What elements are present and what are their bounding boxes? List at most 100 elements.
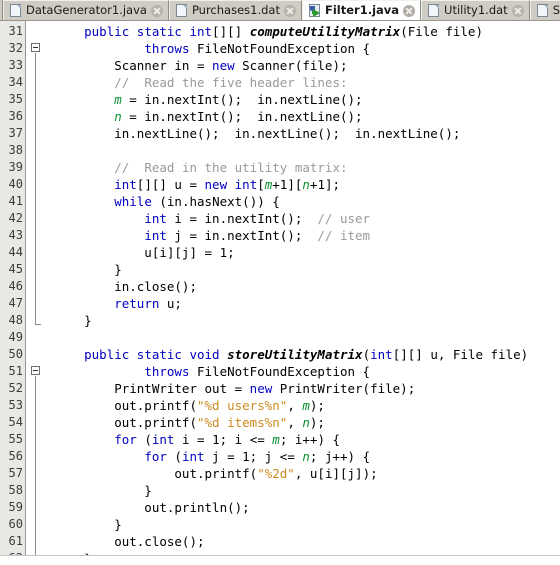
line-number: 36 [8, 109, 23, 123]
code-token-pln: [][] u, File file) [392, 347, 529, 362]
code-token-pln: = in.nextInt(); in.nextLine(); [121, 109, 363, 124]
code-line[interactable]: in.nextLine(); in.nextLine(); in.nextLin… [54, 125, 560, 142]
line-number: 53 [8, 398, 23, 412]
fold-collapse-toggle[interactable] [31, 43, 40, 52]
code-token-pln: [][] [212, 24, 250, 39]
code-folding-gutter[interactable] [26, 21, 48, 555]
code-line[interactable]: n = in.nextInt(); in.nextLine(); [54, 108, 560, 125]
code-token-kw: new [204, 177, 228, 192]
code-editor[interactable]: 31 32 33 34 35 36 37 38 39 40 41 42 43 44 45 46 47 48 49 50… [0, 21, 560, 555]
code-line[interactable]: } [54, 482, 560, 499]
line-number: 49 [8, 330, 23, 344]
code-token-pln [54, 347, 84, 362]
code-token-kw: for [114, 432, 137, 447]
code-line[interactable]: } [54, 516, 560, 533]
line-number: 39 [8, 160, 23, 174]
code-line[interactable]: } [54, 312, 560, 329]
code-token-pln: u[i][j] = 1; [54, 245, 235, 260]
code-line[interactable] [54, 329, 560, 346]
code-token-pln [54, 364, 144, 379]
code-token-cmt: // Read the five header lines: [114, 75, 348, 90]
line-number: 55 [8, 432, 23, 446]
code-line[interactable]: } [54, 550, 560, 555]
code-line[interactable]: public static void storeUtilityMatrix(in… [54, 346, 560, 363]
code-token-pln: = in.nextInt(); in.nextLine(); [121, 92, 363, 107]
code-token-kw: int [151, 432, 175, 447]
code-line[interactable]: out.printf("%d items%n", n); [54, 414, 560, 431]
code-line[interactable]: public static int[][] computeUtilityMatr… [54, 23, 560, 40]
line-number: 44 [8, 245, 23, 259]
code-token-cmt: // user [317, 211, 371, 226]
code-line[interactable]: throws FileNotFoundException { [54, 40, 560, 57]
dat-file-icon [428, 3, 440, 18]
code-line[interactable]: out.println(); [54, 499, 560, 516]
editor-tab-label: Purchases1.dat [191, 2, 280, 17]
tab-close-icon[interactable] [150, 4, 163, 17]
code-token-pln: } [54, 517, 122, 532]
code-line[interactable]: // Read the five header lines: [54, 74, 560, 91]
code-line[interactable]: for (int j = 1; j <= n; j++) { [54, 448, 560, 465]
code-line[interactable]: } [54, 261, 560, 278]
fold-region-line [35, 376, 36, 555]
tab-close-icon[interactable] [511, 4, 524, 17]
code-token-pln: } [54, 262, 122, 277]
dat-file-icon [536, 3, 549, 18]
code-line[interactable]: in.close(); [54, 278, 560, 295]
editor-tab-purchases1-dat[interactable]: Purchases1.dat [168, 0, 302, 20]
line-number: 37 [8, 126, 23, 140]
tab-close-icon[interactable] [283, 4, 296, 17]
code-token-pln: , [287, 398, 303, 413]
code-token-kw: while [114, 194, 152, 209]
code-line[interactable]: out.printf("%2d", u[i][j]); [54, 465, 560, 482]
code-line[interactable]: m = in.nextInt(); in.nextLine(); [54, 91, 560, 108]
code-line[interactable]: PrintWriter out = new PrintWriter(file); [54, 380, 560, 397]
code-token-fld: n [302, 449, 310, 464]
code-line[interactable]: int[][] u = new int[m+1][n+1]; [54, 176, 560, 193]
code-token-pln: in.close(); [54, 279, 197, 294]
code-token-pln [54, 449, 144, 464]
code-token-pln [54, 177, 114, 192]
code-token-fld: n [302, 177, 310, 192]
editor-tab-bar[interactable]: DataGenerator1.java Purchases1.dat Filter1… [0, 0, 560, 21]
code-token-pln [54, 41, 144, 56]
code-line[interactable]: out.close(); [54, 533, 560, 550]
code-line[interactable]: int j = in.nextInt(); // item [54, 227, 560, 244]
editor-tab-label: Similarity [552, 2, 560, 17]
line-number: 33 [8, 58, 23, 72]
code-token-pln: in.nextLine(); in.nextLine(); in.nextLin… [54, 126, 461, 141]
code-line[interactable]: throws FileNotFoundException { [54, 363, 560, 380]
code-text-area[interactable]: public static int[][] computeUtilityMatr… [48, 21, 560, 555]
code-line[interactable]: u[i][j] = 1; [54, 244, 560, 261]
code-token-pln [227, 177, 235, 192]
code-line[interactable] [54, 142, 560, 159]
line-number: 47 [8, 296, 23, 310]
code-token-pln: ; j++) { [309, 449, 371, 464]
editor-tab-label: DataGenerator1.java [26, 2, 147, 17]
code-line[interactable]: Scanner in = new Scanner(file); [54, 57, 560, 74]
code-line[interactable]: while (in.hasNext()) { [54, 193, 560, 210]
editor-tab-utility1-dat[interactable]: Utility1.dat [421, 0, 530, 20]
code-token-pln [54, 109, 114, 124]
code-token-kw: throws [144, 41, 190, 56]
editor-tab-datagenerator1-java[interactable]: DataGenerator1.java [3, 0, 169, 20]
code-line[interactable]: int i = in.nextInt(); // user [54, 210, 560, 227]
code-token-pln: Scanner in = [54, 58, 213, 73]
code-line[interactable]: // Read in the utility matrix: [54, 159, 560, 176]
code-token-kw: int [144, 211, 167, 226]
code-token-fld: n [114, 109, 122, 124]
code-token-pln: ; i++) { [279, 432, 341, 447]
code-token-pln: , [287, 415, 303, 430]
editor-tab-filter1-java[interactable]: Filter1.java [301, 0, 422, 20]
line-number: 56 [8, 449, 23, 463]
code-token-kw: new [212, 58, 235, 73]
fold-collapse-toggle[interactable] [31, 366, 40, 375]
tab-close-icon[interactable] [403, 5, 416, 17]
code-line[interactable]: return u; [54, 295, 560, 312]
code-line[interactable]: out.printf("%d users%n", m); [54, 397, 560, 414]
code-token-pln: } [54, 313, 92, 328]
editor-tab-similarity[interactable]: Similarity [529, 0, 560, 20]
line-number: 51 [8, 364, 23, 378]
code-token-pln: i = in.nextInt(); [166, 211, 318, 226]
code-line[interactable]: for (int i = 1; i <= m; i++) { [54, 431, 560, 448]
code-token-cmt: // Read in the utility matrix: [114, 160, 348, 175]
